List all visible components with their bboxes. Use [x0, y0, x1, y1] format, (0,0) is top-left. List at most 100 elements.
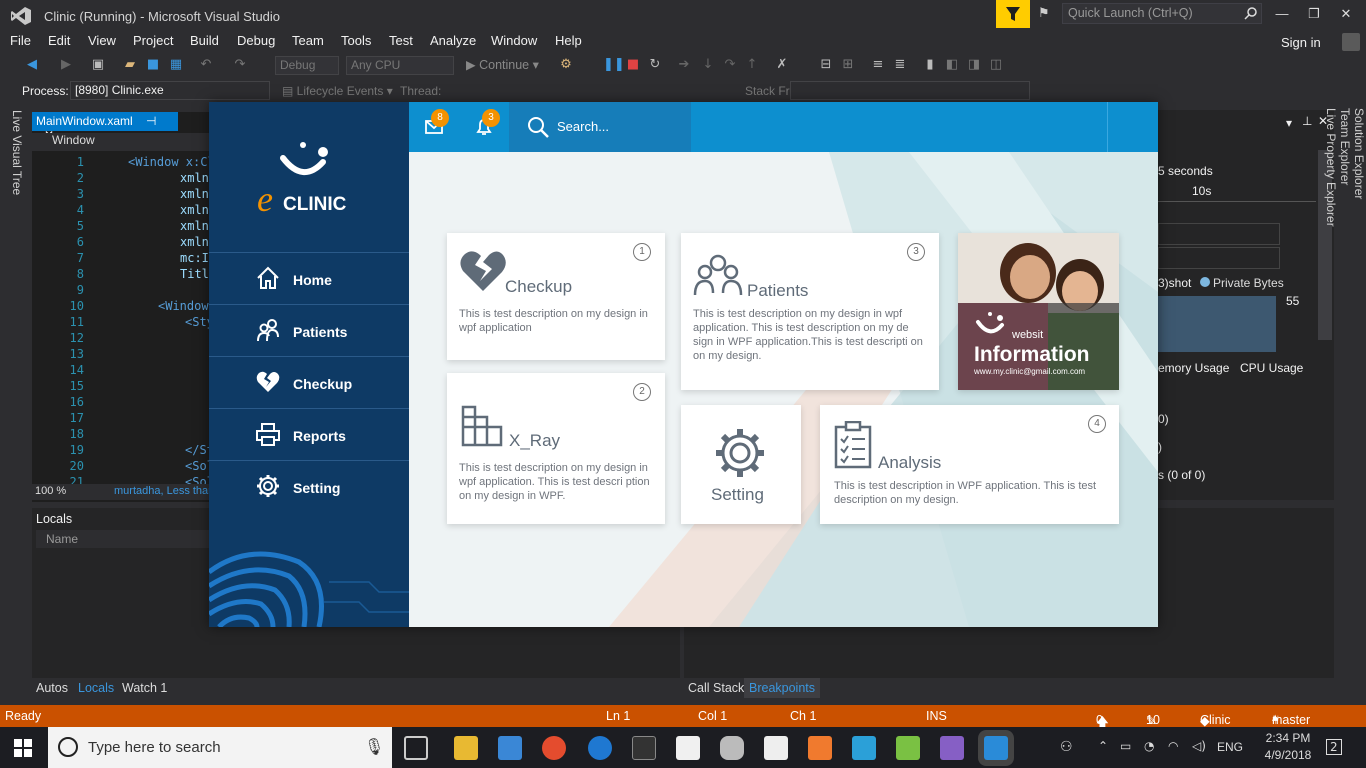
xampp-icon[interactable] — [808, 736, 832, 760]
minimize-button[interactable]: — — [1272, 6, 1292, 24]
clock-date[interactable]: 4/9/2018 — [1258, 748, 1318, 762]
menu-project[interactable]: Project — [133, 33, 173, 48]
battery-icon[interactable]: ▭ — [1120, 739, 1131, 753]
menu-build[interactable]: Build — [190, 33, 219, 48]
mail-app-icon[interactable] — [764, 736, 788, 760]
clock-time[interactable]: 2:34 PM — [1258, 731, 1318, 745]
prev-bookmark-icon[interactable]: ◧ — [944, 57, 960, 73]
restart-icon[interactable]: ↻ — [647, 57, 663, 73]
panel-dropdown-icon[interactable]: ▾ — [1286, 116, 1292, 130]
edge-icon[interactable] — [588, 736, 612, 760]
solution-explorer-tab[interactable]: Solution Explorer — [1352, 108, 1366, 694]
stop-icon[interactable]: ■ — [625, 57, 641, 73]
pause-icon[interactable]: ❚❚ — [603, 57, 625, 73]
menu-window[interactable]: Window — [491, 33, 537, 48]
step-out-icon[interactable]: ↑ — [744, 57, 760, 73]
people-icon[interactable]: ⚇ — [1060, 739, 1073, 755]
menu-help[interactable]: Help — [555, 33, 582, 48]
visual-studio-taskbar-icon[interactable] — [940, 736, 964, 760]
volume-icon[interactable]: ◁) — [1192, 739, 1206, 753]
quick-launch-input[interactable]: Quick Launch (Ctrl+Q) — [1062, 3, 1262, 24]
platform-select[interactable]: Any CPU — [346, 56, 454, 75]
close-window-button[interactable]: ✕ — [1336, 6, 1356, 24]
live-visual-tree-tab[interactable]: Live Visual Tree — [8, 110, 24, 200]
blend-icon[interactable] — [852, 736, 876, 760]
uncomment-icon[interactable]: ≣ — [892, 57, 908, 73]
restore-button[interactable]: ❐ — [1304, 6, 1324, 24]
forward-icon[interactable]: ▶ — [58, 57, 74, 73]
breakpoint-toggle-icon[interactable]: ✗ — [774, 57, 790, 73]
code-lens-hint[interactable]: murtadha, Less than — [114, 485, 214, 497]
nav-patients[interactable]: Patients — [209, 305, 409, 357]
open-folder-icon[interactable]: ▰ — [122, 57, 138, 73]
new-project-icon[interactable]: ▣ — [90, 57, 106, 73]
zoom-select[interactable]: 100 % — [35, 485, 66, 497]
team-explorer-tab[interactable]: Team Explorer — [1338, 108, 1352, 694]
menu-edit[interactable]: Edit — [48, 33, 70, 48]
task-view-icon[interactable] — [404, 736, 428, 760]
lifecycle-events-button[interactable]: ▤ Lifecycle Events ▾ — [282, 84, 393, 98]
git-icon[interactable] — [896, 736, 920, 760]
back-icon[interactable]: ◀ — [24, 57, 40, 73]
menu-view[interactable]: View — [88, 33, 116, 48]
action-center-icon[interactable]: 2 — [1326, 739, 1342, 755]
file-explorer-icon[interactable] — [454, 736, 478, 760]
tab-memory-usage[interactable]: emory Usage — [1158, 361, 1229, 375]
card-information[interactable]: websit Information www.my.clinic@gmail.c… — [958, 233, 1119, 390]
wifi-icon[interactable]: ◠ — [1168, 739, 1178, 753]
panel-pin-icon[interactable]: ⊥ — [1302, 114, 1312, 128]
menu-analyze[interactable]: Analyze — [430, 33, 476, 48]
avatar[interactable] — [1342, 33, 1360, 51]
clinic-app-taskbar-icon[interactable] — [984, 736, 1008, 760]
nav-reports[interactable]: Reports — [209, 409, 409, 461]
process-icon[interactable]: ⚙ — [558, 57, 574, 73]
database-icon[interactable] — [720, 736, 744, 760]
process-select[interactable]: [8980] Clinic.exe — [70, 81, 270, 100]
tab-autos[interactable]: Autos — [36, 681, 68, 695]
nav-home[interactable]: Home — [209, 253, 409, 305]
menu-file[interactable]: File — [10, 33, 31, 48]
tab-call-stack[interactable]: Call Stack — [688, 681, 744, 695]
redo-icon[interactable]: ↷ — [232, 57, 248, 73]
terminal-icon[interactable] — [632, 736, 656, 760]
tab-cpu-usage[interactable]: CPU Usage — [1240, 361, 1303, 375]
chrome-icon[interactable] — [542, 736, 566, 760]
status-branch[interactable]: ⑂ master ▴ — [1272, 709, 1310, 727]
menu-tools[interactable]: Tools — [341, 33, 371, 48]
align-icon[interactable]: ⊞ — [840, 57, 856, 73]
solution-config-select[interactable]: Debug — [275, 56, 339, 75]
feedback-filter-icon[interactable] — [996, 0, 1030, 28]
show-next-statement-icon[interactable]: ➔ — [676, 57, 692, 73]
tab-locals[interactable]: Locals — [78, 681, 114, 695]
card-checkup[interactable]: Checkup 1 This is test description on my… — [447, 233, 665, 360]
card-analysis[interactable]: Analysis 4 This is test description in W… — [820, 405, 1119, 524]
store-icon[interactable] — [676, 736, 700, 760]
nav-checkup[interactable]: Checkup — [209, 357, 409, 409]
tab-watch1[interactable]: Watch 1 — [122, 681, 167, 695]
editor-tab-mainwindow[interactable]: MainWindow.xaml ⊣ ✕ — [32, 112, 178, 142]
card-setting[interactable]: Setting — [681, 405, 801, 524]
vscode-icon[interactable] — [498, 736, 522, 760]
step-over-icon[interactable]: ↷ — [722, 57, 738, 73]
app-search-input[interactable]: Search... — [509, 102, 691, 152]
tray-chevron-icon[interactable]: ⌃ — [1098, 739, 1108, 753]
continue-button[interactable]: ▶ Continue ▾ — [466, 57, 539, 72]
next-bookmark-icon[interactable]: ◨ — [966, 57, 982, 73]
comment-icon[interactable]: ≡ — [870, 57, 886, 73]
menu-debug[interactable]: Debug — [237, 33, 275, 48]
undo-icon[interactable]: ↶ — [198, 57, 214, 73]
stack-frame-select[interactable] — [790, 81, 1030, 100]
card-xray[interactable]: X_Ray 2 This is test description on my d… — [447, 373, 665, 524]
save-all-icon[interactable]: ▦ — [168, 57, 184, 73]
save-icon[interactable]: ■ — [145, 57, 161, 73]
sign-in-link[interactable]: Sign in — [1281, 35, 1321, 50]
menu-test[interactable]: Test — [389, 33, 413, 48]
clear-bookmarks-icon[interactable]: ◫ — [988, 57, 1004, 73]
locals-name-column[interactable]: Name — [46, 532, 78, 546]
step-into-icon[interactable]: ↓ — [700, 57, 716, 73]
bookmark-icon[interactable]: ▮ — [922, 57, 938, 73]
microphone-icon[interactable]: 🎙 — [364, 737, 384, 757]
taskbar-search[interactable]: Type here to search 🎙 — [48, 727, 392, 768]
pin-icon[interactable]: ⊣ — [146, 114, 156, 128]
card-patients[interactable]: Patients 3 This is test description on m… — [681, 233, 939, 390]
